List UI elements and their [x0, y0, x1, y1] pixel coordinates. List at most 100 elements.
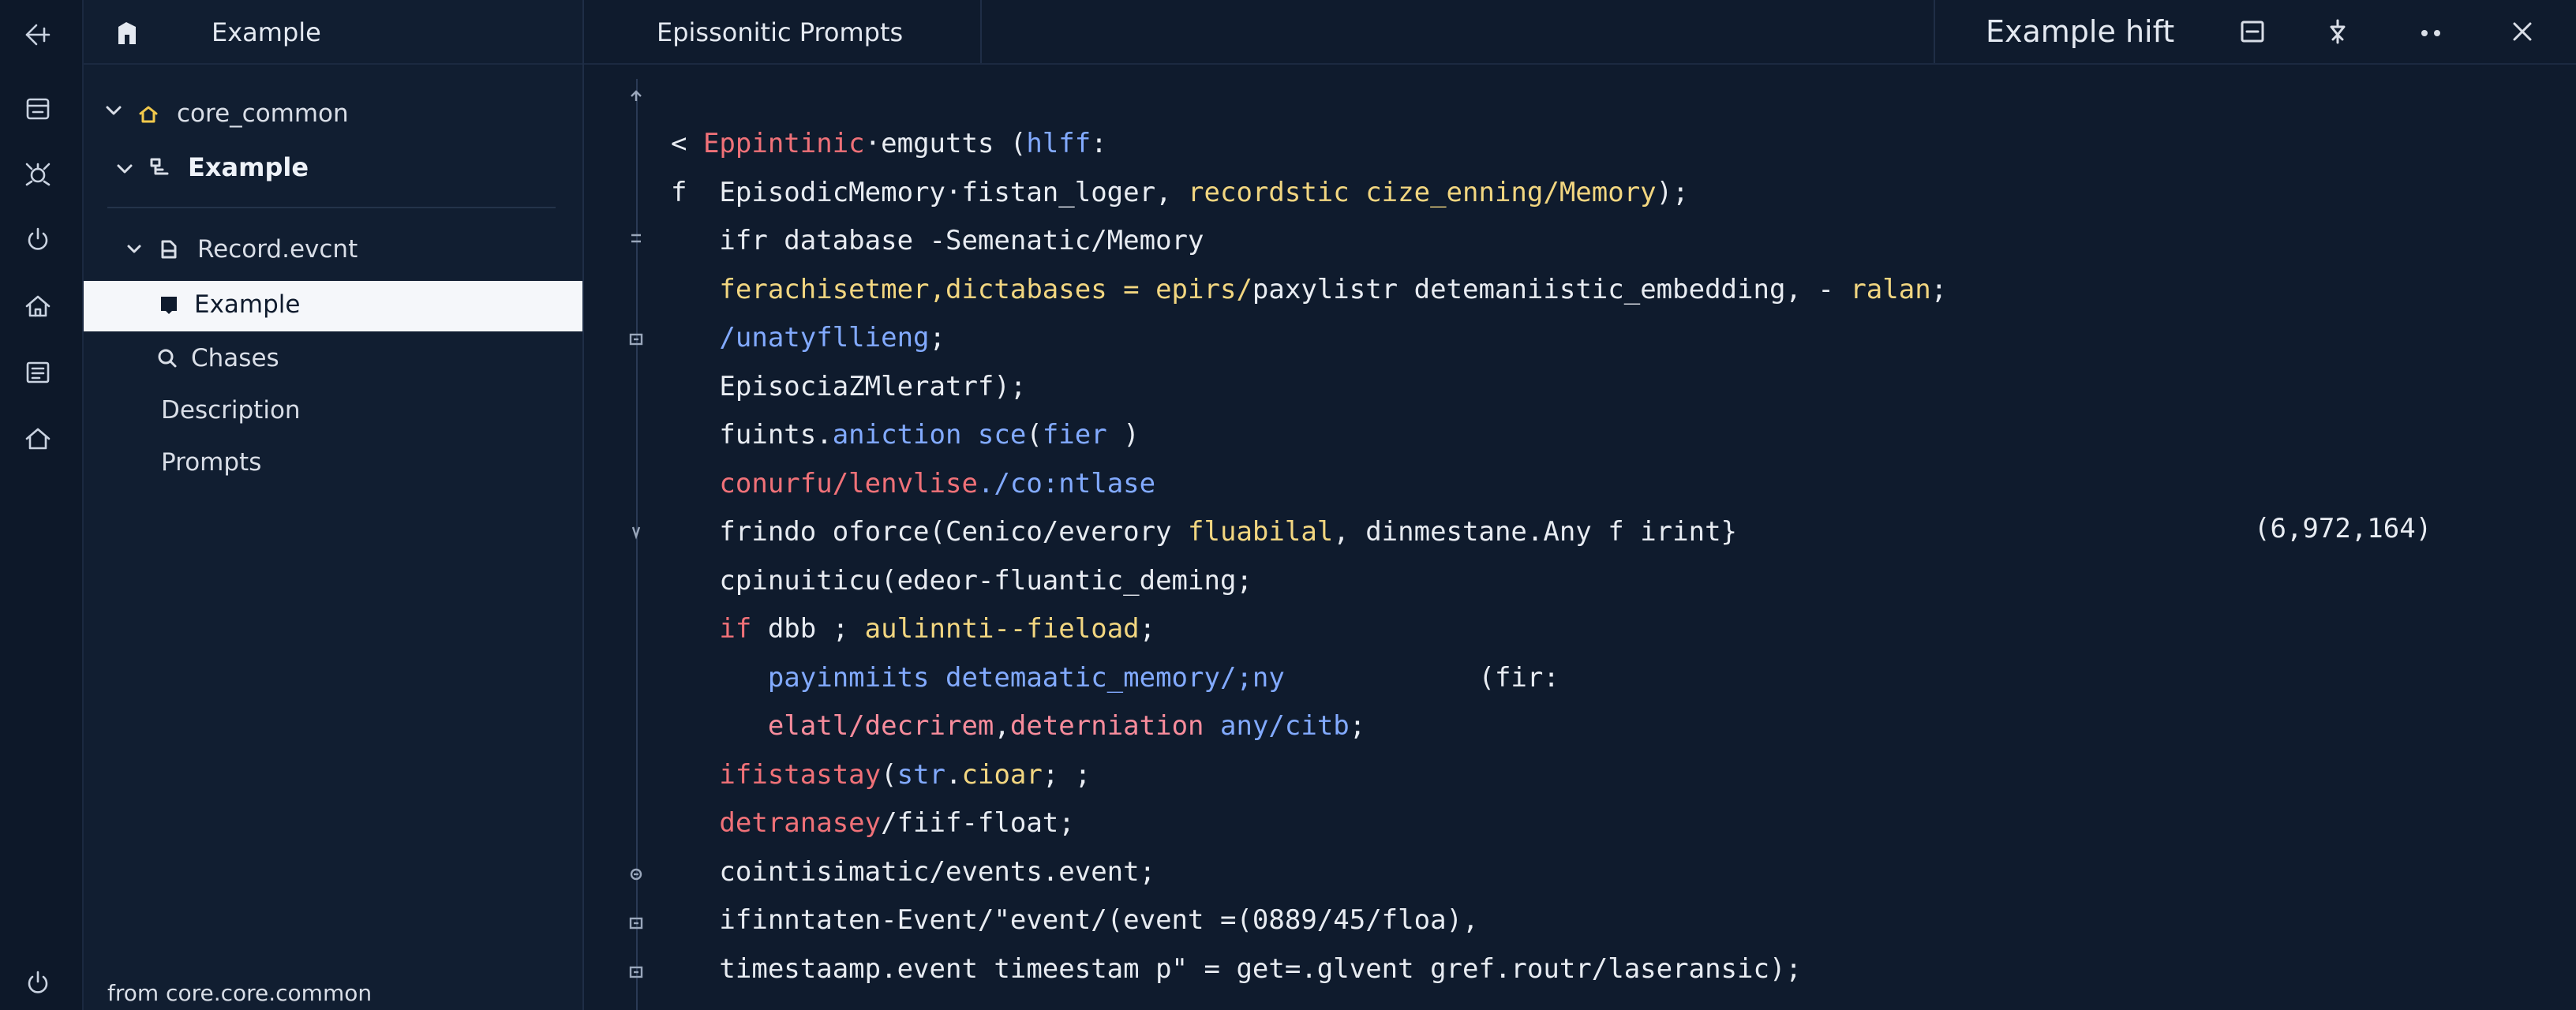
tree-item-label: Prompts — [161, 448, 262, 477]
code-line[interactable]: elatl/decrirem,deterniation any/citb; — [671, 710, 1365, 742]
code-token: ) — [1106, 419, 1140, 451]
tree-item-prompts[interactable]: Prompts — [161, 439, 261, 486]
list-icon[interactable] — [17, 352, 58, 393]
tree-item-label: Example — [194, 290, 301, 319]
editor: Epissonitic Prompts Example hift < Eppin… — [584, 0, 2576, 1010]
code-token: cointisimatic/events.event; — [671, 855, 1156, 888]
code-token: ; — [1349, 710, 1366, 742]
fold-icon[interactable] — [627, 865, 646, 884]
tree-item-chases[interactable]: Chases — [156, 335, 279, 382]
code-token: aulinnti--fieload — [864, 613, 1140, 645]
power-off-icon[interactable] — [17, 963, 58, 1004]
chevron-down-icon[interactable] — [114, 156, 136, 178]
code-line[interactable]: ifr database -Semenatic/Memory — [671, 225, 1204, 256]
code-token: paxylistr detemaniistic_embedding, - — [1252, 273, 1851, 305]
house-icon[interactable] — [17, 418, 58, 459]
secondary-panel-header: Example hift — [1934, 0, 2576, 63]
code-line[interactable]: conurfu/lenvlise./co:ntlase — [671, 468, 1155, 499]
fold-icon[interactable] — [627, 229, 646, 248]
code-line[interactable]: timestaamp.event timeestam p" = get=.glv… — [671, 952, 1802, 985]
code-token: fuints. — [671, 419, 833, 451]
code-line[interactable]: f EpisodicMemory·fistan_loger, recordsti… — [671, 177, 1689, 208]
home-icon[interactable] — [17, 286, 58, 327]
code-token: ralan — [1850, 273, 1931, 305]
code-token: timestaamp.event timeestam p" = get=.glv… — [671, 952, 1802, 985]
code-token: detranasey — [671, 807, 882, 839]
code-line[interactable]: if dbb ; aulinnti--fieload; — [671, 613, 1155, 645]
code-token: recordstic cize_enning/Memory — [1188, 176, 1657, 208]
code-token: ferachisetmer,dictabases = epirs/ — [671, 273, 1252, 305]
code-token: . — [945, 758, 962, 791]
code-token: cpinuiticu(edeor-fluantic_deming; — [671, 564, 1252, 597]
back-arrow-icon[interactable] — [17, 14, 58, 55]
code-line[interactable]: cpinuiticu(edeor-fluantic_deming; — [671, 565, 1252, 597]
fold-icon[interactable] — [627, 87, 646, 106]
code-token: aniction sce — [832, 419, 1027, 451]
tree-item-label: core_common — [177, 99, 349, 128]
code-token: ./co:ntlase — [977, 467, 1156, 499]
code-token: deterniation — [1009, 710, 1220, 742]
code-line[interactable]: /unatyfllieng; — [671, 322, 945, 354]
debug-icon[interactable] — [17, 153, 58, 194]
tree-item-selected-example[interactable]: Example — [84, 281, 582, 331]
code-token: cioar — [961, 758, 1043, 791]
code-line[interactable]: cointisimatic/events.event; — [671, 856, 1155, 888]
code-token: str — [897, 758, 946, 791]
code-line[interactable]: < Eppintinic·emgutts (hlff: — [671, 128, 1107, 159]
code-token: EpisociaZMleratrf); — [671, 370, 1027, 402]
tree-item-record[interactable]: Record.evcnt — [123, 226, 358, 273]
tab-bar: Epissonitic Prompts Example hift — [584, 0, 2576, 65]
bookmark-icon — [158, 294, 180, 316]
fold-icon[interactable] — [627, 914, 646, 933]
code-line[interactable]: EpisociaZMleratrf); — [671, 371, 1026, 402]
close-icon[interactable] — [2507, 16, 2538, 47]
code-token: ( — [881, 758, 897, 791]
code-token: dbb ; — [767, 613, 865, 645]
tree-item-label: Record.evcnt — [197, 235, 358, 264]
code-line[interactable]: ferachisetmer,dictabases = epirs/paxylis… — [671, 274, 1947, 305]
explorer-icon[interactable] — [17, 88, 58, 129]
code-token: (fir: — [1284, 661, 1559, 694]
panel-title: Example hift — [1986, 14, 2175, 49]
code-token: ; — [929, 322, 945, 354]
code-token: ifistastay — [671, 758, 882, 791]
code-line[interactable]: fuints.aniction sce(fier ) — [671, 419, 1140, 451]
structure-icon — [148, 155, 174, 180]
tree-item-core-common[interactable]: core_common — [103, 90, 349, 137]
code-token: ( — [1026, 419, 1043, 451]
code-token: fluabilal — [1188, 516, 1334, 548]
tree-item-example[interactable]: Example — [114, 144, 309, 191]
code-token: ·emgutts ( — [864, 128, 1027, 159]
code-token: f EpisodicMemory·fistan_loger, — [671, 176, 1189, 208]
code-token: Eppintinic — [702, 128, 865, 159]
tree-item-label: Description — [161, 396, 301, 425]
code-line[interactable]: payinmiits detemaatic_memory/;ny (fir: — [671, 662, 1559, 694]
home-icon[interactable] — [112, 16, 147, 50]
tab-epissonitic-prompts[interactable]: Epissonitic Prompts — [584, 0, 982, 63]
divider — [107, 207, 556, 208]
code-token: any/citb — [1220, 710, 1350, 742]
code-token: payinmiits detemaatic_memory/;ny — [671, 661, 1285, 694]
fold-icon[interactable] — [627, 963, 646, 982]
code-token: : — [1091, 128, 1107, 159]
code-line[interactable]: ifinntaten-Event/"event/(event =(0889/45… — [671, 904, 1478, 936]
tree-item-description[interactable]: Description — [161, 387, 301, 434]
code-token: hlff — [1026, 128, 1091, 159]
chevron-down-icon[interactable] — [103, 103, 125, 125]
activity-bar — [0, 0, 84, 1010]
search-icon — [156, 346, 182, 371]
power-icon[interactable] — [17, 219, 58, 260]
fold-icon[interactable] — [627, 522, 646, 541]
chevron-down-icon[interactable] — [123, 238, 145, 260]
code-token: , dinmestane.Any f irint} — [1333, 516, 1738, 548]
code-line[interactable]: ifistastay(str.cioar; ; — [671, 759, 1091, 791]
tool-icon[interactable] — [2322, 16, 2353, 47]
code-line[interactable]: detranasey/fiif-float; — [671, 807, 1074, 839]
code-token: ; — [1930, 273, 1948, 305]
file-icon — [158, 237, 183, 262]
more-icon[interactable] — [2415, 16, 2447, 47]
panel-icon[interactable] — [2237, 16, 2268, 47]
fold-icon[interactable] — [627, 330, 646, 349]
code-line[interactable]: frindo oforce(Cenico/everory fluabilal, … — [671, 516, 1737, 548]
